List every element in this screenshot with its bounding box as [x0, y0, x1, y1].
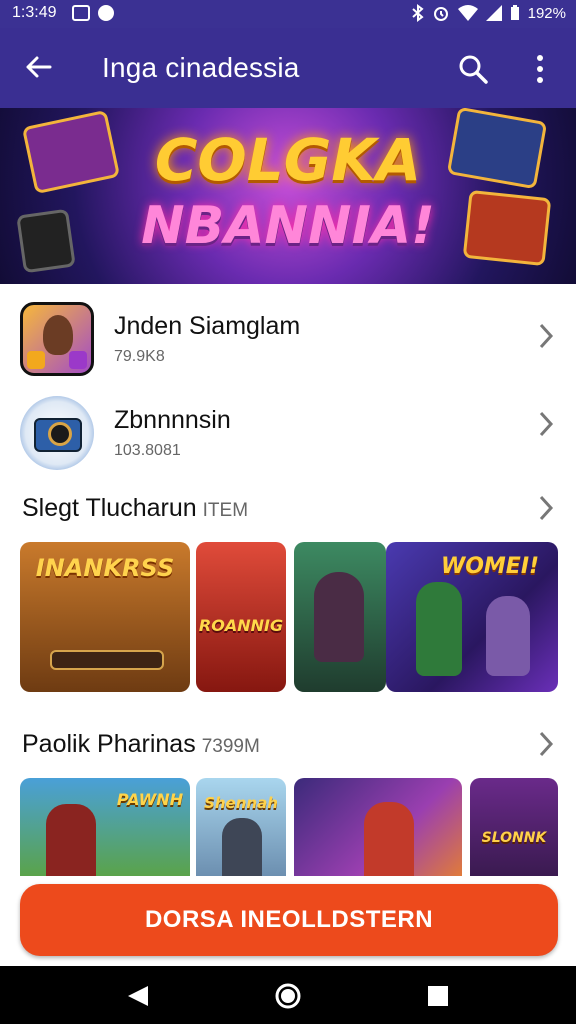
game-card-title: INANKRSS	[35, 554, 175, 582]
section-title: Paolik Pharinas	[22, 730, 196, 758]
system-nav-bar	[0, 966, 576, 1024]
game-card[interactable]: Shennah	[196, 778, 286, 876]
promo-banner[interactable]: COLGKA NBANNIA!	[0, 108, 576, 284]
game-card-title: ROANNIG	[198, 616, 284, 635]
arrow-left-icon[interactable]	[22, 50, 56, 84]
game-card[interactable]: SLONNK	[470, 778, 558, 876]
chevron-right-icon[interactable]	[538, 730, 554, 758]
app-name: Jnden Siamglam	[114, 312, 301, 340]
game-card[interactable]	[294, 542, 386, 692]
section-header[interactable]: Paolik Pharinas 7399M	[22, 730, 260, 759]
section-header[interactable]: Slegt Tlucharun ITEM	[22, 494, 248, 523]
nav-back-icon[interactable]	[126, 984, 150, 1008]
more-vert-icon[interactable]	[530, 52, 550, 86]
chevron-right-icon	[539, 411, 554, 437]
app-stat: 103.8081	[114, 442, 181, 459]
app-thumbnail	[20, 302, 94, 376]
alarm-icon	[433, 7, 448, 21]
chevron-right-icon[interactable]	[538, 494, 554, 522]
app-list-item[interactable]: Jnden Siamglam 79.9K8	[0, 284, 576, 376]
nav-recents-icon[interactable]	[426, 984, 450, 1008]
battery-level: 192%	[527, 4, 566, 22]
chevron-right-icon	[539, 323, 554, 349]
app-bar: Inga cinadessia	[0, 28, 576, 108]
game-card[interactable]: INANKRSS	[20, 542, 190, 692]
app-thumbnail	[20, 396, 94, 470]
app-stat: 79.9K8	[114, 348, 165, 365]
status-right: 192%	[411, 4, 566, 22]
notification-icons	[72, 5, 114, 21]
game-card-title: PAWNH	[116, 790, 184, 809]
gallery-icon	[72, 5, 90, 21]
status-bar: 1:3:49 192%	[0, 0, 576, 28]
cell-signal-icon	[485, 5, 502, 21]
nav-home-icon[interactable]	[274, 982, 302, 1010]
location-pin-icon	[98, 5, 114, 21]
status-time: 1:3:49	[12, 4, 57, 21]
section-tag: ITEM	[202, 500, 249, 521]
banner-title-line1: COLGKA	[154, 126, 422, 194]
page-title: Inga cinadessia	[102, 52, 300, 83]
wifi-icon	[457, 5, 478, 21]
app-name: Zbnnnnsin	[114, 406, 231, 434]
primary-cta-button[interactable]: DORSA INEOLLDSTERN	[20, 884, 558, 956]
game-card[interactable]	[294, 778, 462, 876]
game-card[interactable]: WOMEI!	[386, 542, 558, 692]
banner-title-line2: NBANNIA!	[141, 196, 435, 256]
game-card-title: SLONNK	[481, 830, 547, 846]
game-card[interactable]: ROANNIG	[196, 542, 286, 692]
section-title: Slegt Tlucharun	[22, 494, 197, 522]
search-icon[interactable]	[456, 52, 490, 86]
game-card[interactable]: PAWNH	[20, 778, 190, 876]
bluetooth-icon	[411, 4, 424, 22]
game-card-title: WOMEI!	[440, 554, 540, 579]
section-tag: 7399M	[201, 736, 260, 757]
app-list-item[interactable]: Zbnnnnsin 103.8081	[0, 378, 576, 470]
game-card-title: Shennah	[204, 794, 278, 812]
battery-icon	[510, 5, 519, 20]
